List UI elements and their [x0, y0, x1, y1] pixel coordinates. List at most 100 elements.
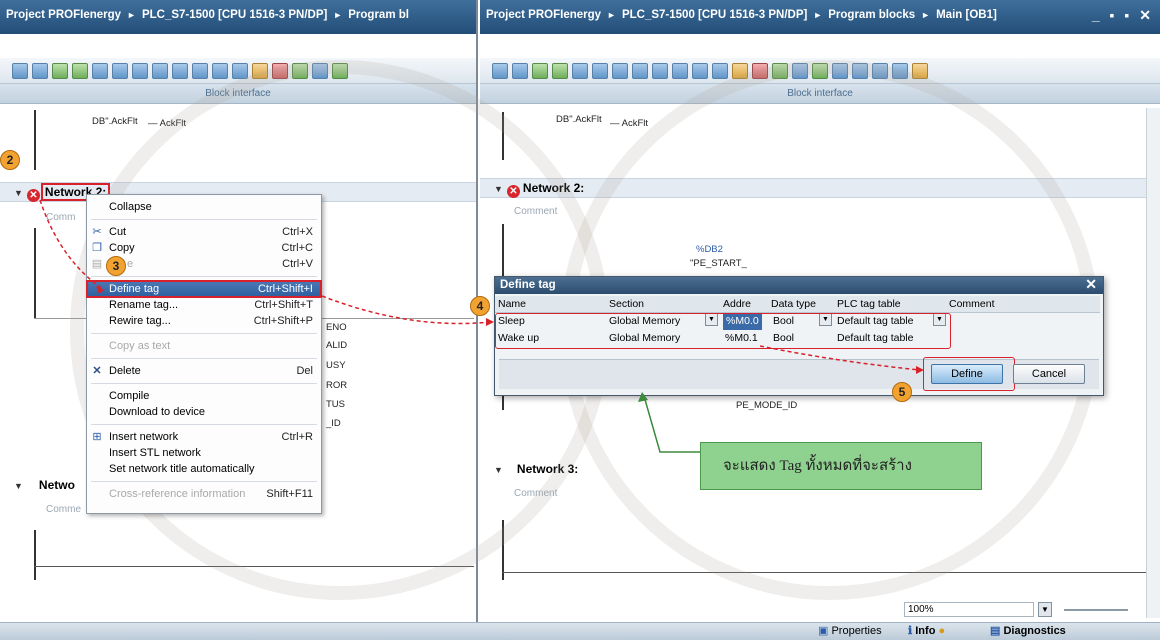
- collapse-triangle-icon[interactable]: ▼: [14, 477, 23, 495]
- network-2-comment[interactable]: Comment: [514, 206, 557, 217]
- left-title-bar: Project PROFIenergy ► PLC_S7-1500 [CPU 151…: [0, 0, 476, 34]
- toolbar-button[interactable]: [772, 62, 788, 79]
- db2-address: %DB2: [696, 244, 723, 255]
- step-callout: 5: [892, 382, 912, 402]
- toolbar-button[interactable]: [512, 62, 528, 79]
- toolbar-button[interactable]: [52, 62, 68, 79]
- network-3-comment[interactable]: Comme: [46, 504, 81, 515]
- toolbar-button[interactable]: [252, 62, 268, 79]
- menu-item-cross-reference[interactable]: Cross-reference information Shift+F11: [87, 486, 321, 502]
- diagnostics-tab[interactable]: ▤ Diagnostics: [990, 623, 1066, 640]
- info-tab[interactable]: ℹ Info ●: [908, 623, 945, 640]
- toolbar-button[interactable]: [312, 62, 328, 79]
- menu-item-compile[interactable]: Compile: [87, 388, 321, 404]
- properties-tab[interactable]: ▣ Properties: [818, 623, 882, 640]
- menu-item-define-tag[interactable]: Define tag Ctrl+Shift+I: [86, 280, 322, 298]
- breadcrumb-main-ob1[interactable]: Main [OB1]: [936, 9, 997, 21]
- network-3-title[interactable]: Netwo: [39, 478, 75, 492]
- toolbar-button[interactable]: [532, 62, 548, 79]
- cancel-button[interactable]: Cancel: [1013, 364, 1085, 384]
- menu-separator: [91, 333, 317, 334]
- toolbar-button[interactable]: [572, 62, 588, 79]
- breadcrumb-plc[interactable]: PLC_S7-1500 [CPU 1516-3 PN/DP]: [622, 9, 807, 21]
- toolbar-button[interactable]: [212, 62, 228, 79]
- toolbar-button[interactable]: [672, 62, 688, 79]
- breadcrumb-project[interactable]: Project PROFIenergy: [6, 9, 121, 21]
- toolbar-button[interactable]: [232, 62, 248, 79]
- network-2-header[interactable]: ▼ ✕ Network 2:: [480, 178, 1160, 198]
- menu-item-copy-as-text[interactable]: Copy as text: [87, 338, 321, 354]
- zoom-dropdown-icon[interactable]: ▼: [1038, 602, 1052, 617]
- col-data-type: Data type: [771, 298, 816, 310]
- collapse-triangle-icon[interactable]: ▼: [14, 184, 23, 202]
- menu-item-download-to-device[interactable]: Download to device: [87, 404, 321, 420]
- block-interface-bar[interactable]: Block interface: [480, 84, 1160, 104]
- define-button[interactable]: Define: [931, 364, 1003, 384]
- menu-item-insert-stl-network[interactable]: Insert STL network: [87, 445, 321, 461]
- menu-item-collapse[interactable]: Collapse: [87, 199, 321, 215]
- network-line: [34, 566, 474, 567]
- toolbar-button[interactable]: [732, 62, 748, 79]
- power-rail: [34, 530, 36, 580]
- toolbar-button[interactable]: [712, 62, 728, 79]
- toolbar-button[interactable]: [832, 62, 848, 79]
- network-3-comment[interactable]: Comment: [514, 488, 557, 499]
- left-toolbar: [0, 58, 476, 84]
- window-controls[interactable]: _ ▪ ▪ ✕: [1092, 7, 1154, 24]
- menu-item-rename-tag[interactable]: Rename tag... Ctrl+Shift+T: [87, 297, 321, 313]
- toolbar-button[interactable]: [332, 62, 348, 79]
- toolbar-button[interactable]: [132, 62, 148, 79]
- toolbar-button[interactable]: [92, 62, 108, 79]
- toolbar-button[interactable]: [192, 62, 208, 79]
- toolbar-button[interactable]: [172, 62, 188, 79]
- toolbar-button[interactable]: [552, 62, 568, 79]
- toolbar-button[interactable]: [852, 62, 868, 79]
- zoom-slider[interactable]: [1064, 609, 1128, 611]
- toolbar-button[interactable]: [632, 62, 648, 79]
- toolbar-button[interactable]: [792, 62, 808, 79]
- network-2-title[interactable]: Network 2:: [523, 181, 584, 195]
- toolbar-button[interactable]: [692, 62, 708, 79]
- toolbar-button[interactable]: [112, 62, 128, 79]
- properties-icon: ▣: [818, 625, 832, 637]
- toolbar-button[interactable]: [292, 62, 308, 79]
- network-2-comment[interactable]: Comm: [46, 212, 75, 223]
- close-icon[interactable]: ✕: [1085, 276, 1097, 293]
- toolbar-button[interactable]: [152, 62, 168, 79]
- toolbar-button[interactable]: [32, 62, 48, 79]
- menu-item-delete[interactable]: ✕ Delete Del: [87, 363, 321, 379]
- toolbar-button[interactable]: [272, 62, 288, 79]
- network-3-title[interactable]: Network 3:: [517, 462, 578, 476]
- block-interface-bar[interactable]: Block interface: [0, 84, 476, 104]
- toolbar-button[interactable]: [752, 62, 768, 79]
- toolbar-button[interactable]: [612, 62, 628, 79]
- menu-item-cut[interactable]: ✂ Cut Ctrl+X: [87, 224, 321, 240]
- toolbar-button[interactable]: [872, 62, 888, 79]
- toolbar-button[interactable]: [592, 62, 608, 79]
- toolbar-button[interactable]: [912, 62, 928, 79]
- db-ackflt-pin: — AckFlt: [610, 118, 649, 129]
- toolbar-button[interactable]: [12, 62, 28, 79]
- db-ackflt-label: DB".AckFlt: [92, 116, 138, 127]
- toolbar-button[interactable]: [892, 62, 908, 79]
- col-section: Section: [609, 298, 645, 310]
- right-toolbar: [480, 58, 1160, 84]
- toolbar-button[interactable]: [492, 62, 508, 79]
- collapse-triangle-icon[interactable]: ▼: [494, 461, 503, 479]
- toolbar-button[interactable]: [812, 62, 828, 79]
- menu-item-rewire-tag[interactable]: Rewire tag... Ctrl+Shift+P: [87, 313, 321, 329]
- vertical-scrollbar[interactable]: [1146, 108, 1160, 618]
- breadcrumb-program-blocks[interactable]: Program blocks: [828, 9, 915, 21]
- toolbar-button[interactable]: [652, 62, 668, 79]
- zoom-field[interactable]: 100%: [904, 602, 1034, 617]
- breadcrumb-program-blocks[interactable]: Program bl: [348, 9, 409, 21]
- toolbar-button[interactable]: [72, 62, 88, 79]
- delete-x-icon: ✕: [92, 365, 102, 377]
- breadcrumb-project[interactable]: Project PROFIenergy: [486, 9, 601, 21]
- breadcrumb-plc[interactable]: PLC_S7-1500 [CPU 1516-3 PN/DP]: [142, 9, 327, 21]
- network-line: [502, 572, 1152, 573]
- menu-item-set-network-title[interactable]: Set network title automatically: [87, 461, 321, 477]
- menu-item-copy[interactable]: ❐ Copy Ctrl+C: [87, 240, 321, 256]
- collapse-triangle-icon[interactable]: ▼: [494, 180, 503, 198]
- menu-item-insert-network[interactable]: ⊞ Insert network Ctrl+R: [87, 429, 321, 445]
